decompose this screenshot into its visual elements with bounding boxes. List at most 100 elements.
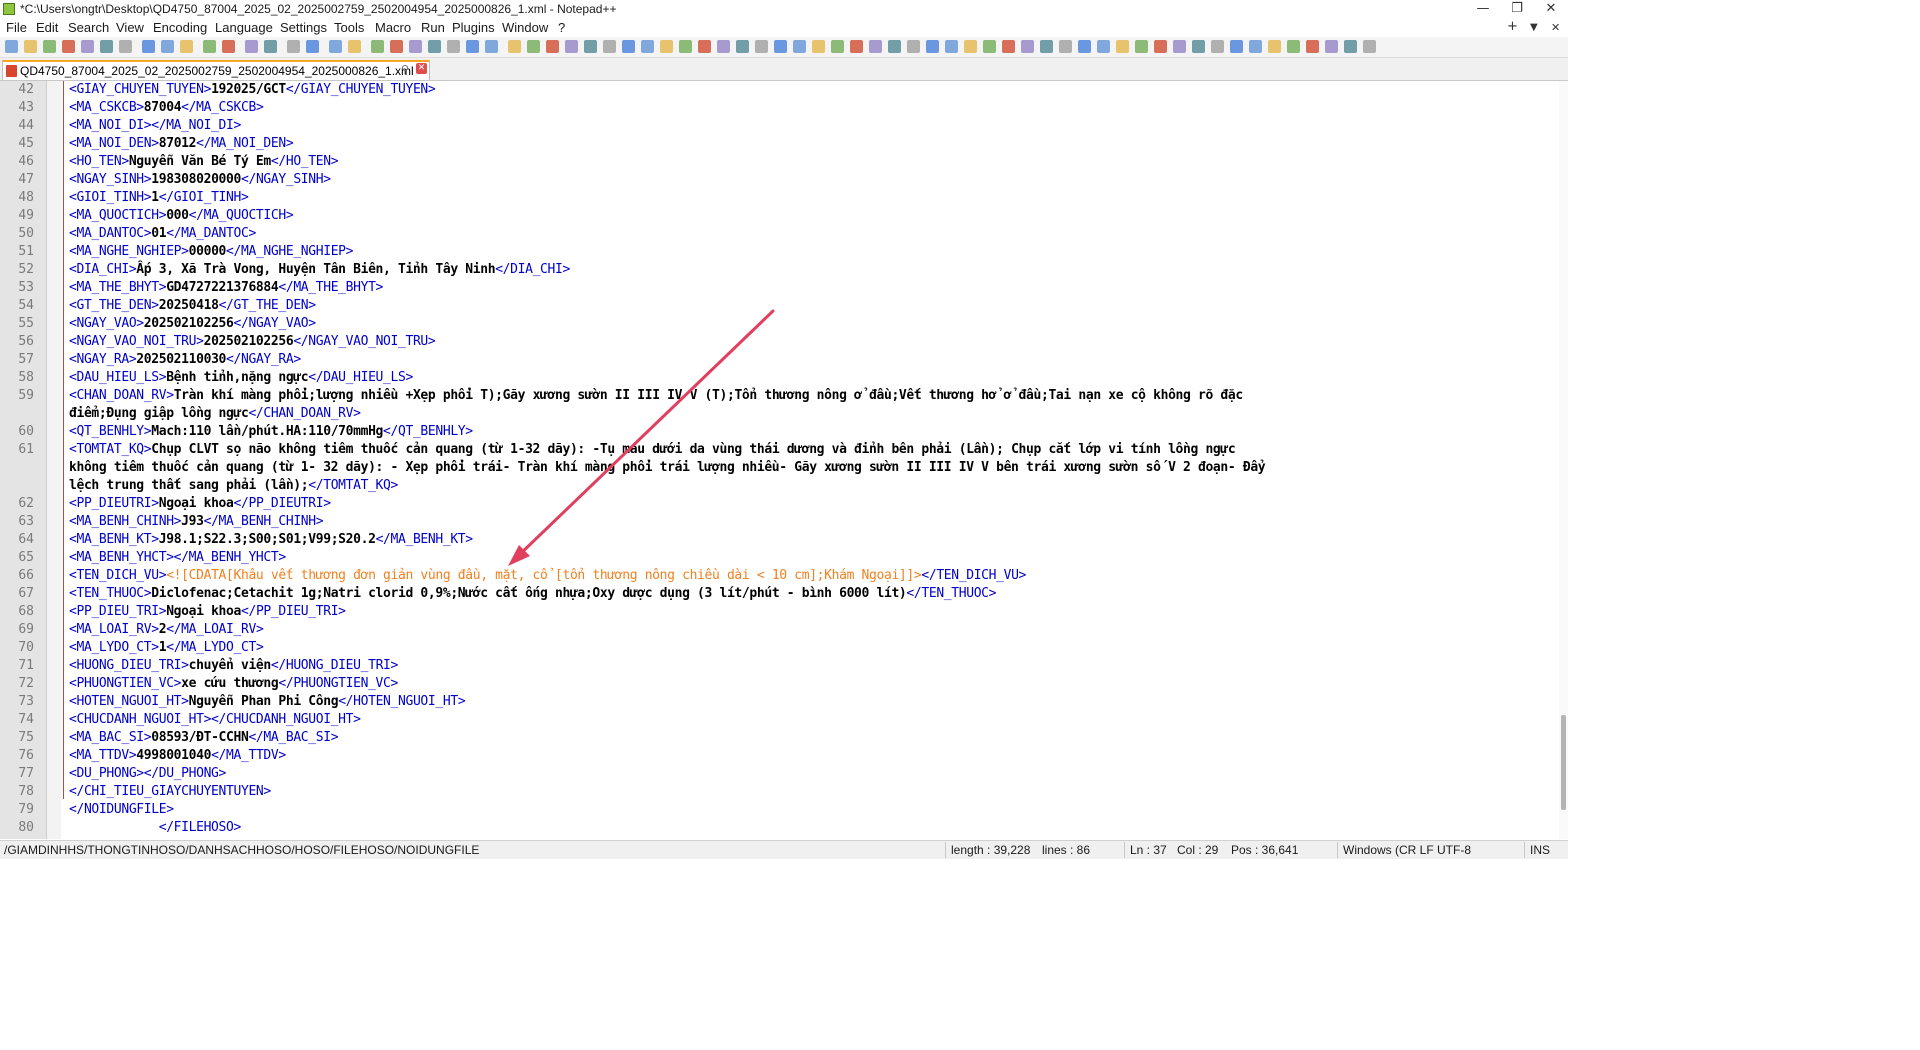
toolbar-button-icon[interactable] bbox=[869, 40, 882, 53]
document-tab[interactable]: QD4750_87004_2025_02_2025002759_25020049… bbox=[2, 60, 430, 80]
code-line[interactable]: 44 <MA_NOI_DI></MA_NOI_DI> bbox=[0, 117, 1560, 135]
toolbar-button-icon[interactable] bbox=[1211, 40, 1224, 53]
code-line[interactable]: 71 <HUONG_DIEU_TRI>chuyển viện</HUONG_DIE… bbox=[0, 657, 1560, 675]
menu-search[interactable]: Search bbox=[68, 20, 109, 35]
toolbar-button-icon[interactable] bbox=[1363, 40, 1376, 53]
cut-icon[interactable] bbox=[142, 40, 155, 53]
function-list-icon[interactable] bbox=[447, 40, 460, 53]
vertical-scrollbar[interactable] bbox=[1559, 81, 1568, 839]
code-line[interactable]: 60 <QT_BENHLY>Mach:110 lần/phút.HA:110/70… bbox=[0, 423, 1560, 441]
toolbar-button-icon[interactable] bbox=[983, 40, 996, 53]
toolbar-button-icon[interactable] bbox=[926, 40, 939, 53]
close-document-icon[interactable]: ✕ bbox=[1551, 21, 1560, 34]
paste-icon[interactable] bbox=[180, 40, 193, 53]
toolbar-button-icon[interactable] bbox=[1078, 40, 1091, 53]
toolbar-button-icon[interactable] bbox=[1344, 40, 1357, 53]
code-line[interactable]: 72 <PHUONGTIEN_VC>xe cứu thương</PHUONGTI… bbox=[0, 675, 1560, 693]
save-all-icon[interactable] bbox=[62, 40, 75, 53]
code-line[interactable]: 75 <MA_BAC_SI>08593/ĐT-CCHN</MA_BAC_SI> bbox=[0, 729, 1560, 747]
code-line[interactable]: 59 <CHAN_DOAN_RV>Tràn khí màng phổi;lượng… bbox=[0, 387, 1560, 405]
code-line[interactable]: 45 <MA_NOI_DEN>87012</MA_NOI_DEN> bbox=[0, 135, 1560, 153]
zoom-in-icon[interactable] bbox=[287, 40, 300, 53]
code-line[interactable]: 74 <CHUCDANH_NGUOI_HT></CHUCDANH_NGUOI_HT… bbox=[0, 711, 1560, 729]
code-line[interactable]: 51 <MA_NGHE_NGHIEP>00000</MA_NGHE_NGHIEP> bbox=[0, 243, 1560, 261]
monitor-icon[interactable] bbox=[485, 40, 498, 53]
replace-icon[interactable] bbox=[264, 40, 277, 53]
toolbar-button-icon[interactable] bbox=[641, 40, 654, 53]
code-line[interactable]: 46 <HO_TEN>Nguyễn Văn Bé Tý Em</HO_TEN> bbox=[0, 153, 1560, 171]
toolbar-button-icon[interactable] bbox=[850, 40, 863, 53]
code-line[interactable]: 66 <TEN_DICH_VU><![CDATA[Khâu vết thương … bbox=[0, 567, 1560, 585]
run-macro-icon[interactable] bbox=[565, 40, 578, 53]
menu-encoding[interactable]: Encoding bbox=[153, 20, 207, 35]
code-line[interactable]: không tiêm thuốc cản quang (từ 1- 32 dãy… bbox=[0, 459, 1560, 477]
menu-plugins[interactable]: Plugins bbox=[452, 20, 495, 35]
menu-settings[interactable]: Settings bbox=[280, 20, 327, 35]
sync-h-icon[interactable] bbox=[348, 40, 361, 53]
toolbar-button-icon[interactable] bbox=[1059, 40, 1072, 53]
undo-icon[interactable] bbox=[203, 40, 216, 53]
code-line[interactable]: 56 <NGAY_VAO_NOI_TRU>202502102256</NGAY_V… bbox=[0, 333, 1560, 351]
toolbar-button-icon[interactable] bbox=[1306, 40, 1319, 53]
indent-guide-icon[interactable] bbox=[409, 40, 422, 53]
code-line[interactable]: 68 <PP_DIEU_TRI>Ngoại khoa</PP_DIEU_TRI> bbox=[0, 603, 1560, 621]
toolbar-button-icon[interactable] bbox=[1287, 40, 1300, 53]
code-line[interactable]: 54 <GT_THE_DEN>20250418</GT_THE_DEN> bbox=[0, 297, 1560, 315]
word-wrap-icon[interactable] bbox=[371, 40, 384, 53]
toolbar-button-icon[interactable] bbox=[1116, 40, 1129, 53]
new-tab-icon[interactable]: + bbox=[1507, 19, 1518, 34]
redo-icon[interactable] bbox=[222, 40, 235, 53]
toolbar-button-icon[interactable] bbox=[907, 40, 920, 53]
pin-icon[interactable]: ⚲ bbox=[401, 63, 409, 76]
code-line[interactable]: 69 <MA_LOAI_RV>2</MA_LOAI_RV> bbox=[0, 621, 1560, 639]
minimize-button[interactable]: — bbox=[1466, 0, 1500, 19]
toolbar-button-icon[interactable] bbox=[755, 40, 768, 53]
sync-v-icon[interactable] bbox=[329, 40, 342, 53]
copy-icon[interactable] bbox=[161, 40, 174, 53]
code-line[interactable]: 79 </NOIDUNGFILE> bbox=[0, 801, 1560, 819]
print-icon[interactable] bbox=[119, 40, 132, 53]
maximize-button[interactable]: ❐ bbox=[1500, 0, 1534, 19]
toolbar-button-icon[interactable] bbox=[679, 40, 692, 53]
code-line[interactable]: điểm;Đụng giập lồng ngực</CHAN_DOAN_RV> bbox=[0, 405, 1560, 423]
stop-macro-icon[interactable] bbox=[527, 40, 540, 53]
tab-list-dropdown-icon[interactable]: ▼ bbox=[1530, 22, 1538, 33]
toolbar-button-icon[interactable] bbox=[1021, 40, 1034, 53]
open-file-icon[interactable] bbox=[24, 40, 37, 53]
close-button[interactable]: ✕ bbox=[1534, 0, 1568, 19]
toolbar-button-icon[interactable] bbox=[622, 40, 635, 53]
tab-close-icon[interactable]: ✕ bbox=[416, 63, 427, 74]
code-line[interactable]: 65 <MA_BENH_YHCT></MA_BENH_YHCT> bbox=[0, 549, 1560, 567]
toolbar-button-icon[interactable] bbox=[945, 40, 958, 53]
code-line[interactable]: 57 <NGAY_RA>202502110030</NGAY_RA> bbox=[0, 351, 1560, 369]
toolbar-button-icon[interactable] bbox=[1097, 40, 1110, 53]
toolbar-button-icon[interactable] bbox=[1002, 40, 1015, 53]
code-line[interactable]: 63 <MA_BENH_CHINH>J93</MA_BENH_CHINH> bbox=[0, 513, 1560, 531]
editor-pane[interactable]: 42 <GIAY_CHUYEN_TUYEN>192025/GCT</GIAY_CH… bbox=[0, 81, 1568, 839]
toolbar-button-icon[interactable] bbox=[717, 40, 730, 53]
menu-macro[interactable]: Macro bbox=[375, 20, 411, 35]
toolbar-button-icon[interactable] bbox=[1192, 40, 1205, 53]
toolbar-button-icon[interactable] bbox=[1040, 40, 1053, 53]
menu-help[interactable]: ? bbox=[558, 20, 565, 35]
toolbar-button-icon[interactable] bbox=[660, 40, 673, 53]
toolbar-button-icon[interactable] bbox=[812, 40, 825, 53]
find-icon[interactable] bbox=[245, 40, 258, 53]
menu-view[interactable]: View bbox=[116, 20, 144, 35]
toolbar-button-icon[interactable] bbox=[1173, 40, 1186, 53]
toolbar-button-icon[interactable] bbox=[793, 40, 806, 53]
code-line[interactable]: 58 <DAU_HIEU_LS>Bệnh tỉnh,nặng ngực</DAU_… bbox=[0, 369, 1560, 387]
code-line[interactable]: 76 <MA_TTDV>4998001040</MA_TTDV> bbox=[0, 747, 1560, 765]
code-line[interactable]: 64 <MA_BENH_KT>J98.1;S22.3;S00;S01;V99;S2… bbox=[0, 531, 1560, 549]
code-line[interactable]: 55 <NGAY_VAO>202502102256</NGAY_VAO> bbox=[0, 315, 1560, 333]
toolbar-button-icon[interactable] bbox=[603, 40, 616, 53]
menu-file[interactable]: File bbox=[6, 20, 27, 35]
close-icon[interactable] bbox=[81, 40, 94, 53]
new-file-icon[interactable] bbox=[5, 40, 18, 53]
toolbar-button-icon[interactable] bbox=[1249, 40, 1262, 53]
code-line[interactable]: 42 <GIAY_CHUYEN_TUYEN>192025/GCT</GIAY_CH… bbox=[0, 81, 1560, 99]
close-all-icon[interactable] bbox=[100, 40, 113, 53]
insert-mode[interactable]: INS bbox=[1530, 843, 1550, 857]
record-macro-icon[interactable] bbox=[508, 40, 521, 53]
code-line[interactable]: lệch trung thất sang phải (lần);</TOMTAT… bbox=[0, 477, 1560, 495]
